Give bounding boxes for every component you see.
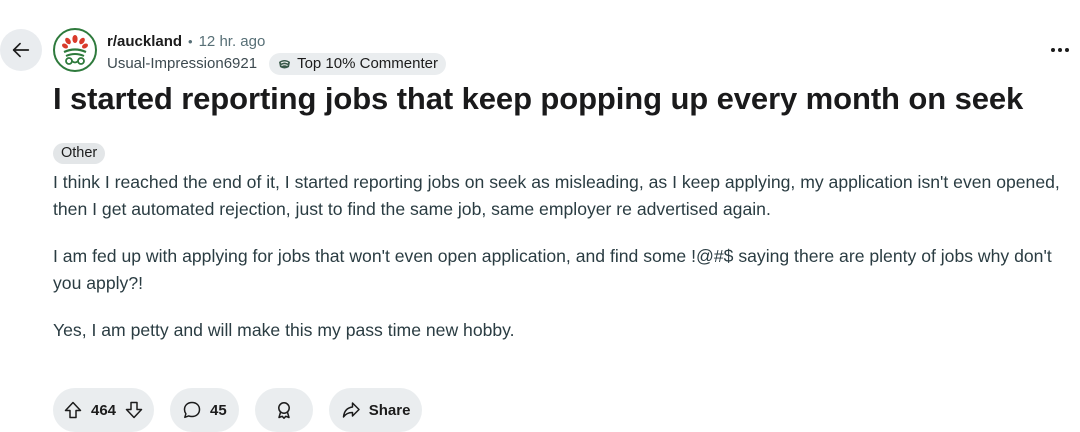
action-bar: 464 45 Share bbox=[53, 388, 423, 432]
subreddit-link[interactable]: r/auckland bbox=[107, 32, 182, 52]
subreddit-avatar[interactable] bbox=[53, 28, 97, 72]
award-button[interactable] bbox=[254, 388, 313, 432]
comments-button[interactable]: 45 bbox=[170, 388, 239, 432]
post-flair[interactable]: Other bbox=[53, 143, 106, 164]
upvote-arrow-icon[interactable] bbox=[63, 400, 83, 420]
comment-bubble-icon bbox=[183, 401, 201, 419]
author-link[interactable]: Usual-Impression6921 bbox=[107, 54, 257, 74]
share-arrow-icon bbox=[342, 402, 360, 418]
author-flair: Top 10% Commenter bbox=[269, 53, 446, 75]
post-paragraph: Yes, I am petty and will make this my pa… bbox=[53, 320, 515, 340]
vote-control: 464 bbox=[53, 388, 155, 432]
award-icon bbox=[277, 402, 290, 419]
meta-separator: • bbox=[188, 34, 193, 49]
post-title: I started reporting jobs that keep poppi… bbox=[53, 81, 1024, 116]
more-options-button[interactable] bbox=[1046, 38, 1074, 62]
share-label: Share bbox=[368, 401, 411, 419]
author-flair-label: Top 10% Commenter bbox=[297, 55, 438, 72]
post-timestamp: 12 hr. ago bbox=[198, 33, 266, 50]
ellipsis-icon bbox=[1051, 48, 1055, 52]
arrow-left-icon bbox=[12, 42, 30, 58]
back-button[interactable] bbox=[0, 29, 42, 71]
auckland-emblem-icon bbox=[56, 31, 94, 69]
share-button[interactable]: Share bbox=[328, 388, 423, 432]
downvote-arrow-icon[interactable] bbox=[124, 400, 144, 420]
post-body: I think I reached the end of it, I start… bbox=[53, 169, 1063, 364]
comment-count: 45 bbox=[210, 401, 227, 419]
post-paragraph: I am fed up with applying for jobs that … bbox=[53, 246, 1052, 293]
author-line: Usual-Impression6921 Top 10% Commenter bbox=[107, 53, 446, 75]
commenter-badge-icon bbox=[279, 59, 291, 68]
post-paragraph: I think I reached the end of it, I start… bbox=[53, 172, 1060, 219]
post-meta: r/auckland • 12 hr. ago bbox=[107, 32, 265, 52]
vote-count: 464 bbox=[91, 401, 117, 419]
